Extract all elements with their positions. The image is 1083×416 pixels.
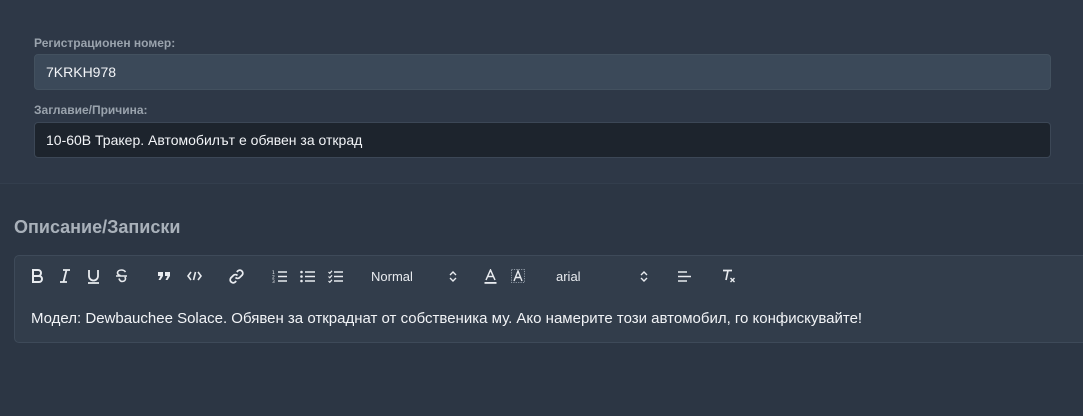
italic-icon[interactable] — [57, 266, 73, 286]
clear-format-icon[interactable] — [721, 266, 737, 286]
font-select[interactable]: arial — [556, 266, 648, 286]
header-select-value: Normal — [371, 268, 413, 284]
text-color-icon[interactable] — [482, 266, 498, 286]
code-icon[interactable] — [185, 266, 203, 286]
underline-icon[interactable] — [85, 266, 101, 286]
align-icon[interactable] — [676, 266, 692, 286]
font-select-value: arial — [556, 268, 581, 284]
link-icon[interactable] — [227, 266, 245, 286]
svg-text:3: 3 — [272, 279, 275, 283]
check-list-icon[interactable] — [326, 266, 344, 286]
title-label: Заглавие/Причина: — [34, 103, 148, 117]
editor-toolbar: 123 Normal arial — [15, 256, 1083, 296]
chevron-updown-icon — [449, 270, 457, 282]
title-input[interactable]: 10-60B Тракер. Автомобилът е обявен за о… — [34, 122, 1051, 158]
header-select[interactable]: Normal — [371, 266, 457, 286]
strike-icon[interactable] — [113, 266, 129, 286]
chevron-updown-icon — [640, 270, 648, 282]
background-color-icon[interactable] — [510, 266, 526, 286]
bold-icon[interactable] — [29, 266, 45, 286]
rich-text-editor: 123 Normal arial Модел: Dewbauchee Solac… — [14, 255, 1083, 343]
plate-input[interactable]: 7KRKH978 — [34, 54, 1051, 90]
plate-label: Регистрационен номер: — [34, 36, 176, 50]
editor-content[interactable]: Модел: Dewbauchee Solace. Обявен за откр… — [31, 310, 862, 327]
description-heading: Описание/Записки — [14, 217, 181, 237]
bullet-list-icon[interactable] — [298, 266, 316, 286]
blockquote-icon[interactable] — [155, 266, 173, 286]
vehicle-info-panel: Регистрационен номер: 7KRKH978 Заглавие/… — [0, 0, 1083, 184]
ordered-list-icon[interactable]: 123 — [270, 266, 288, 286]
